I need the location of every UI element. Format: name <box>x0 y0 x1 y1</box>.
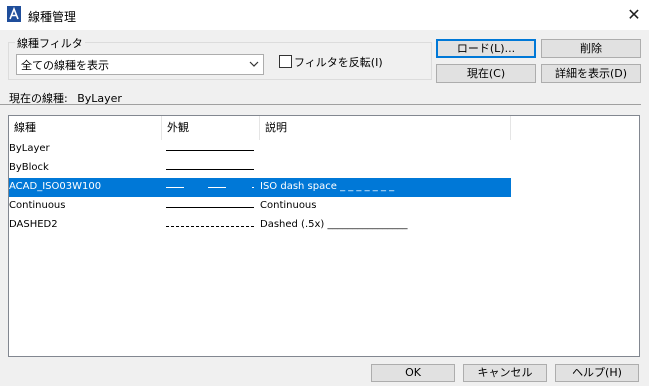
linetype-description: Dashed (.5x) ________________ <box>260 219 408 230</box>
invert-filter-checkbox[interactable] <box>279 55 292 68</box>
table-row-selected[interactable]: ACAD_ISO03W100 ISO dash space _ _ _ _ _ … <box>9 178 511 197</box>
invert-filter-label[interactable]: フィルタを反転(I) <box>294 54 383 70</box>
column-divider[interactable] <box>510 116 511 140</box>
column-header-linetype[interactable]: 線種 <box>9 116 161 140</box>
filter-dropdown[interactable]: 全ての線種を表示 <box>16 54 264 75</box>
linetype-list[interactable]: 線種 外観 説明 ByLayer ByBlock ACAD_ISO03W100 … <box>8 115 640 357</box>
linetype-name: ByLayer <box>9 143 50 154</box>
linetype-name: Continuous <box>9 200 66 211</box>
table-row[interactable]: DASHED2 Dashed (.5x) ________________ <box>9 216 511 235</box>
close-icon[interactable]: ✕ <box>623 4 645 26</box>
linetype-description: Continuous <box>260 200 317 211</box>
appearance-preview-solid <box>166 169 254 170</box>
appearance-preview-solid <box>166 207 254 208</box>
help-button[interactable]: ヘルプ(H) <box>555 364 639 382</box>
set-current-button[interactable]: 現在(C) <box>436 64 536 83</box>
table-row[interactable]: ByLayer <box>9 140 511 159</box>
title-bar <box>0 0 649 30</box>
divider <box>0 104 641 105</box>
column-header-description[interactable]: 説明 <box>260 116 510 140</box>
appearance-preview-solid <box>166 150 254 151</box>
filter-selected-value: 全ての線種を表示 <box>21 59 109 72</box>
table-row[interactable]: ByBlock <box>9 159 511 178</box>
linetype-name: ACAD_ISO03W100 <box>9 181 102 192</box>
autocad-logo-icon <box>7 6 21 22</box>
linetype-name: ByBlock <box>9 162 49 173</box>
linetype-description: ISO dash space _ _ _ _ _ _ _ <box>260 181 395 192</box>
delete-button[interactable]: 削除 <box>541 39 641 58</box>
ok-button[interactable]: OK <box>371 364 455 382</box>
chevron-down-icon <box>249 56 259 75</box>
filter-group-label: 線種フィルタ <box>15 35 85 51</box>
appearance-preview-dashed <box>166 226 254 227</box>
appearance-preview-iso-dash-space <box>166 187 254 188</box>
show-details-button[interactable]: 詳細を表示(D) <box>541 64 641 83</box>
load-button[interactable]: ロード(L)... <box>436 39 536 58</box>
column-header-appearance[interactable]: 外観 <box>162 116 259 140</box>
window-title: 線種管理 <box>28 10 77 24</box>
linetype-name: DASHED2 <box>9 219 58 230</box>
table-row[interactable]: Continuous Continuous <box>9 197 511 216</box>
cancel-button[interactable]: キャンセル <box>463 364 547 382</box>
